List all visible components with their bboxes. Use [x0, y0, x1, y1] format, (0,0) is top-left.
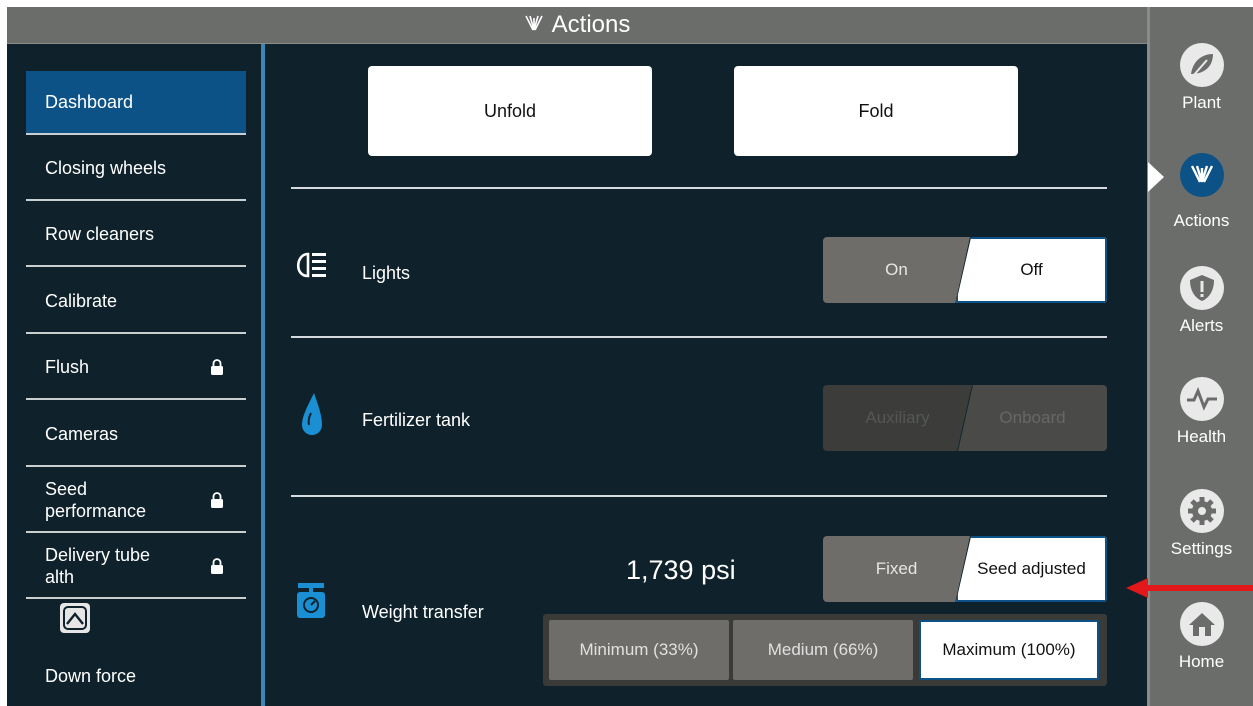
sidebar-item-seed-performance[interactable]: Seed performance — [26, 469, 246, 533]
pressure-readout: 1,739 psi — [626, 555, 736, 585]
rail-item-actions[interactable]: Actions — [1150, 153, 1253, 263]
sidebar-item-label: Closing wheels — [45, 158, 167, 178]
sidebar-item-row-cleaners[interactable]: Row cleaners — [26, 203, 246, 267]
active-tab-pointer — [1148, 162, 1164, 192]
unfold-button[interactable]: Unfold — [368, 66, 652, 156]
lock-icon — [211, 492, 223, 508]
maximum-level-option[interactable]: Maximum (100%) — [919, 620, 1099, 680]
floating-action-button[interactable] — [60, 603, 90, 633]
sidebar-item-label: Row cleaners — [45, 224, 155, 244]
sidebar-item-label: Cameras — [45, 424, 119, 444]
sidebar-item-flush[interactable]: Flush — [26, 336, 246, 400]
rail-item-health[interactable]: Health — [1150, 377, 1253, 487]
rail-item-plant[interactable]: Plant — [1150, 43, 1253, 153]
lights-off-option[interactable]: Off — [956, 237, 1107, 303]
rail-item-label: Actions — [1173, 211, 1230, 230]
divider — [291, 336, 1107, 338]
settings-icon — [1179, 489, 1224, 533]
actions-icon — [1179, 153, 1224, 197]
sidebar-item-closing-wheels[interactable]: Closing wheels — [26, 137, 246, 201]
fertilizer-tank-label: Fertilizer tank — [362, 410, 471, 430]
sidebar-item-delivery-tube-health[interactable]: Delivery tube alth — [26, 535, 246, 599]
main-panel: Unfold Fold Lights On Off Fertilizer tan… — [265, 44, 1147, 706]
medium-level-option[interactable]: Medium (66%) — [733, 620, 913, 680]
plant-icon — [1179, 43, 1224, 87]
weight-mode-toggle: Fixed Seed adjusted — [823, 536, 1107, 602]
health-icon — [1179, 377, 1224, 421]
right-nav-rail: Plant Actions Alerts Health Settings Hom… — [1147, 7, 1253, 706]
home-icon — [1179, 602, 1224, 646]
title-bar: Actions — [7, 7, 1147, 44]
sidebar-item-label: Dashboard — [45, 92, 134, 112]
rail-item-label: Health — [1176, 427, 1227, 446]
rail-item-home[interactable]: Home — [1150, 602, 1253, 706]
lock-icon — [211, 558, 223, 574]
red-arrow-indicator — [1126, 578, 1253, 598]
sidebar-item-calibrate[interactable]: Calibrate — [26, 270, 246, 334]
sidebar-item-down-force[interactable]: Down force — [26, 644, 246, 706]
sidebar-item-label: Delivery tube alth — [45, 545, 151, 587]
triangle-icon — [63, 606, 87, 630]
sidebar: Dashboard Closing wheels Row cleaners Ca… — [7, 44, 259, 706]
rail-item-label: Settings — [1170, 539, 1233, 558]
fertilizer-toggle: Auxiliary Onboard — [823, 385, 1107, 451]
rail-item-label: Home — [1178, 652, 1225, 671]
seed-adjusted-option[interactable]: Seed adjusted — [956, 536, 1107, 602]
fixed-option[interactable]: Fixed — [823, 536, 970, 602]
scale-icon — [297, 583, 325, 618]
water-drop-icon — [302, 393, 322, 435]
sidebar-item-label: Calibrate — [45, 291, 118, 311]
sidebar-item-label: Seed performance — [45, 479, 147, 521]
weight-transfer-label: Weight transfer — [362, 602, 484, 622]
divider — [291, 187, 1107, 189]
fertilizer-auxiliary-option[interactable]: Auxiliary — [823, 385, 972, 451]
sidebar-item-cameras[interactable]: Cameras — [26, 403, 246, 467]
actions-icon — [524, 15, 543, 31]
sidebar-item-dashboard[interactable]: Dashboard — [26, 71, 246, 135]
fertilizer-onboard-option[interactable]: Onboard — [958, 385, 1107, 451]
sidebar-item-label: Down force — [45, 666, 137, 686]
page-title: Actions — [551, 11, 631, 38]
minimum-level-option[interactable]: Minimum (33%) — [549, 620, 729, 680]
app-frame: Actions Dashboard Closing wheels Row cle… — [7, 7, 1253, 706]
lights-on-option[interactable]: On — [823, 237, 970, 303]
lights-label: Lights — [362, 263, 411, 283]
divider — [291, 495, 1107, 497]
rail-item-label: Plant — [1182, 93, 1221, 112]
rail-item-alerts[interactable]: Alerts — [1150, 266, 1253, 376]
rail-item-label: Alerts — [1179, 316, 1224, 335]
lock-icon — [211, 359, 223, 375]
lights-toggle: On Off — [823, 237, 1107, 303]
fold-button[interactable]: Fold — [734, 66, 1018, 156]
headlight-icon — [296, 252, 326, 278]
sidebar-item-label: Flush — [45, 357, 90, 377]
alerts-icon — [1179, 266, 1224, 310]
weight-level-selector: Minimum (33%) Medium (66%) Maximum (100%… — [543, 614, 1107, 686]
